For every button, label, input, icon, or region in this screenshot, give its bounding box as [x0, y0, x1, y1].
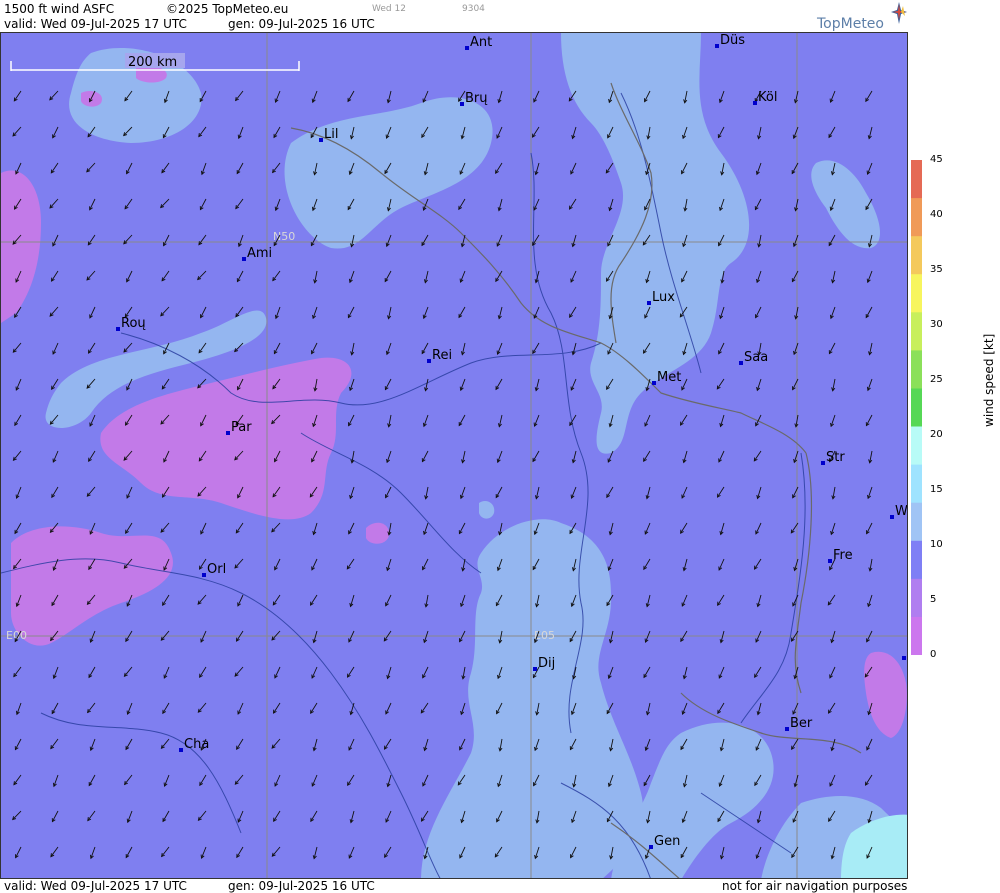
wind-map[interactable]: 200 km N50 E00 E05 Ant Düs Brų Köl Lil Ami Lux…	[0, 32, 908, 879]
city-marker	[226, 431, 230, 435]
faint-code-label: 9304	[462, 4, 485, 14]
city-label: Orl	[207, 562, 226, 577]
city-label: Met	[657, 370, 681, 385]
colorbar-segment	[911, 274, 922, 313]
city-marker	[319, 138, 323, 142]
city-marker	[427, 359, 431, 363]
colorbar-segment	[911, 388, 922, 428]
footer-valid-time: valid: Wed 09-Jul-2025 17 UTC	[4, 879, 187, 893]
colorbar-segment	[911, 578, 922, 618]
city-label: W	[895, 504, 908, 519]
colorbar-tick-label: 40	[930, 209, 943, 220]
city-marker	[828, 559, 832, 563]
brand-name: TopMeteo	[817, 16, 884, 32]
city-marker	[460, 102, 464, 106]
city-marker	[649, 845, 653, 849]
city-marker	[179, 748, 183, 752]
city-marker	[202, 573, 206, 577]
colorbar-segment	[911, 312, 922, 351]
colorbar-segment	[911, 616, 922, 655]
faint-day-label: Wed 12	[372, 4, 406, 14]
city-marker	[739, 361, 743, 365]
city-label: Köl	[758, 90, 777, 105]
colorbar-segment	[911, 464, 922, 504]
city-marker	[785, 727, 789, 731]
scale-label: 200 km	[128, 55, 177, 70]
colorbar-segment	[911, 350, 922, 389]
valid-time: valid: Wed 09-Jul-2025 17 UTC	[4, 17, 187, 31]
colorbar-segment	[911, 160, 922, 199]
city-label: Cha	[184, 737, 209, 752]
city-label: Str	[826, 450, 845, 465]
city-marker	[647, 301, 651, 305]
city-label: Lil	[324, 127, 338, 142]
city-label: Fre	[833, 548, 853, 563]
footer-generated-time: gen: 09-Jul-2025 16 UTC	[228, 879, 375, 893]
colorbar-segment	[911, 540, 922, 580]
city-label: Brų	[465, 91, 488, 106]
colorbar-tick-label: 45	[930, 154, 943, 165]
city-marker	[116, 327, 120, 331]
colorbar-tick-label: 5	[930, 594, 937, 605]
colorbar-segment	[911, 426, 922, 466]
city-label: Dij	[538, 656, 555, 671]
colorbar-segment	[911, 502, 922, 542]
city-label: Gen	[654, 834, 680, 849]
city-marker	[821, 461, 825, 465]
city-label: Saa	[744, 350, 768, 365]
city-label: Rei	[432, 348, 452, 363]
colorbar-tick-label: 10	[930, 539, 943, 550]
city-label: Ber	[790, 716, 813, 731]
city-marker	[465, 46, 469, 50]
city-label: Düs	[720, 33, 745, 48]
city-label: Roų	[121, 316, 146, 331]
colorbar-tick-label: 25	[930, 374, 943, 385]
colorbar-tick-label: 30	[930, 319, 943, 330]
city-label: Ami	[247, 246, 272, 261]
copyright: ©2025 TopMeteo.eu	[166, 2, 289, 16]
city-marker	[652, 381, 656, 385]
city-marker	[242, 257, 246, 261]
colorbar-tick-label: 20	[930, 429, 943, 440]
colorbar-tick-label: 35	[930, 264, 943, 275]
city-label: Ant	[470, 35, 492, 50]
city-label: Par	[231, 420, 252, 435]
colorbar-segment	[911, 198, 922, 237]
city-marker	[902, 656, 906, 660]
product-title: 1500 ft wind ASFC	[4, 2, 115, 16]
city-label: Lux	[652, 290, 675, 305]
city-marker	[753, 101, 757, 105]
footer-disclaimer: not for air navigation purposes	[722, 879, 908, 893]
generated-time: gen: 09-Jul-2025 16 UTC	[228, 17, 375, 31]
colorbar-segment	[911, 236, 922, 275]
wind-speed-colorbar	[911, 160, 922, 655]
city-marker	[890, 515, 894, 519]
colorbar-tick-label: 0	[930, 649, 937, 660]
city-marker	[533, 667, 537, 671]
legend-title: wind speed [kt]	[982, 333, 996, 427]
city-label: Z	[907, 645, 908, 660]
colorbar-tick-label: 15	[930, 484, 943, 495]
city-marker	[715, 44, 719, 48]
wind-field-svg: 200 km N50 E00 E05 Ant DüsBrų KölLilAmiLux…	[1, 33, 908, 878]
